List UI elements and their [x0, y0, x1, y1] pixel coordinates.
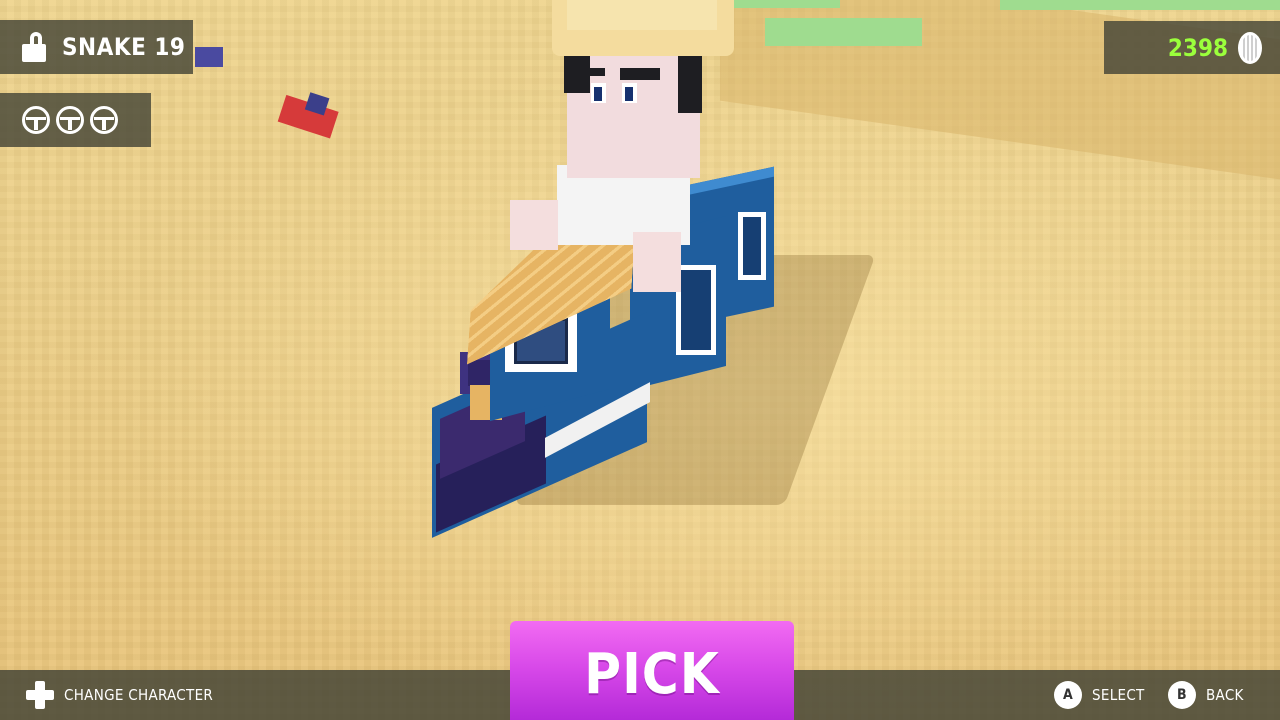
a-button-icon: A — [1054, 681, 1082, 709]
coins-panel: 2398 — [1104, 21, 1280, 74]
character-eyebrow — [577, 68, 605, 76]
change-character-hint[interactable]: CHANGE CHARACTER — [26, 670, 213, 720]
back-hint[interactable]: B BACK — [1168, 670, 1244, 720]
coin-count: 2398 — [1167, 33, 1228, 62]
select-hint[interactable]: A SELECT — [1054, 670, 1145, 720]
character-eye — [591, 83, 606, 103]
wheels-panel — [0, 93, 151, 147]
character-arm — [633, 232, 681, 292]
player-vehicle — [0, 0, 1280, 720]
character-arm — [510, 200, 558, 250]
back-label: BACK — [1206, 686, 1244, 704]
steering-wheel-icon — [56, 106, 84, 134]
steering-wheel-icon — [22, 106, 50, 134]
pick-button[interactable]: PICK — [510, 621, 794, 720]
game-scene — [0, 0, 1280, 720]
b-button-icon: B — [1168, 681, 1196, 709]
dpad-icon — [26, 681, 54, 709]
coin-icon — [1238, 31, 1262, 64]
steering-wheel-icon — [90, 106, 118, 134]
select-label: SELECT — [1092, 686, 1145, 704]
character-name: SNAKE 19 — [62, 33, 186, 61]
character-eyebrow — [620, 68, 660, 80]
lock-icon — [22, 32, 48, 62]
change-character-label: CHANGE CHARACTER — [64, 686, 214, 704]
character-name-panel: SNAKE 19 — [0, 20, 193, 74]
character-eye — [622, 83, 637, 103]
